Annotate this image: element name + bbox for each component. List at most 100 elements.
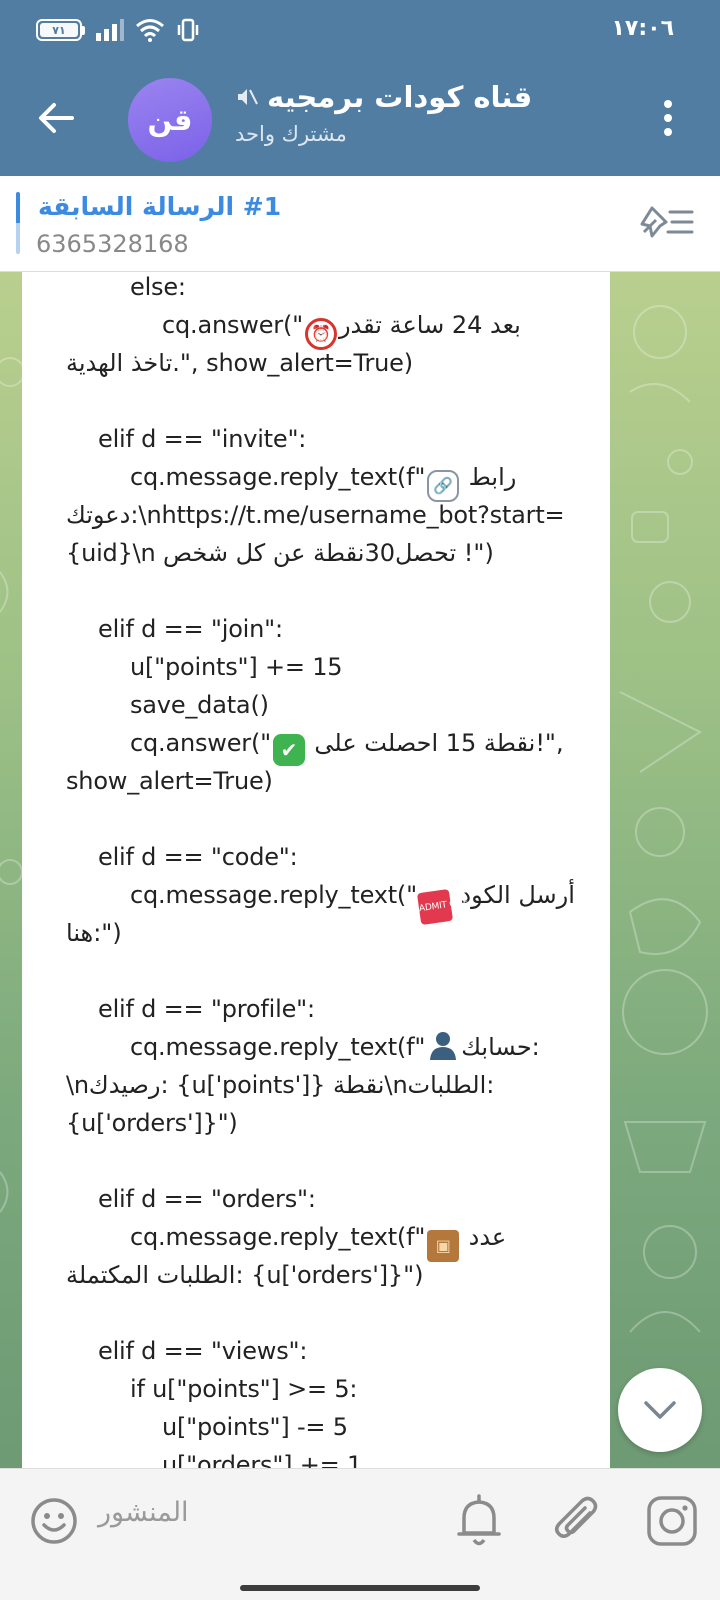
code-text: else: cq.answer(" ⏰ بعد 24 ساعة تقدر تاخذ ال… — [66, 272, 596, 1468]
code-line: cq.message.reply_text("ADMIT ONE أرسل ال… — [66, 876, 596, 926]
code-text-segment: cq.message.reply_text(f" — [130, 1033, 426, 1061]
back-button[interactable] — [30, 92, 82, 144]
code-text-segment: {u['orders']}") — [66, 1109, 238, 1137]
code-line: cq.message.reply_text(f" ▣ عدد — [66, 1218, 596, 1262]
app-header: ٧١ ١٧:٠٦ قن قناه كودات برمجيه مشترك واحد — [0, 0, 720, 176]
code-text-segment: if u["points"] >= 5: — [130, 1375, 358, 1403]
back-arrow-icon — [39, 103, 74, 133]
pinned-list-icon — [640, 206, 694, 238]
code-line: u["points"] -= 5 — [66, 1408, 596, 1446]
pinned-list-button[interactable] — [640, 202, 694, 242]
code-text-segment: elif d == "code": — [98, 843, 298, 871]
code-line: {u['orders']}") — [66, 1104, 596, 1142]
channel-title: قناه كودات برمجيه — [267, 80, 533, 114]
code-text-segment: {uid}\n تحصل30نقطة عن كل شخص !") — [66, 539, 494, 567]
notification-button[interactable] — [454, 1493, 504, 1549]
code-line: {uid}\n تحصل30نقطة عن كل شخص !") — [66, 534, 596, 572]
code-text-segment: elif d == "invite": — [98, 425, 307, 453]
code-text-segment: elif d == "orders": — [98, 1185, 316, 1213]
code-line: elif d == "profile": — [66, 990, 596, 1028]
instagram-button[interactable] — [644, 1493, 700, 1549]
instagram-icon — [647, 1496, 697, 1546]
code-line: u["orders"] += 1 — [66, 1446, 596, 1468]
code-line: show_alert=True) — [66, 762, 596, 800]
channel-avatar[interactable]: قن — [128, 78, 212, 162]
wifi-icon — [136, 19, 164, 42]
code-line: هنا:") — [66, 914, 596, 952]
pinned-message-bar[interactable]: #1 الرسالة السابقة 6365328168 — [0, 176, 720, 272]
code-line: cq.message.reply_text(f" 🔗 رابط — [66, 458, 596, 502]
code-line: cq.message.reply_text(f" حسابك: — [66, 1028, 596, 1066]
more-options-button[interactable] — [646, 96, 690, 140]
code-line: \nرصيدك: {u['points']} نقطة\nالطلبات: — [66, 1066, 596, 1104]
code-text-segment: رابط — [461, 463, 517, 491]
code-text-segment: u["orders"] += 1 — [162, 1451, 363, 1468]
input-bar: المنشور — [0, 1468, 720, 1600]
code-text-segment: elif d == "profile": — [98, 995, 315, 1023]
code-text-segment: show_alert=True) — [66, 767, 273, 795]
code-line: elif d == "orders": — [66, 1180, 596, 1218]
person-silhouette-icon — [427, 1029, 459, 1061]
code-line: الطلبات المكتملة: {u['orders']}") — [66, 1256, 596, 1294]
code-text-segment: u["points"] += 15 — [130, 653, 343, 681]
ticket-icon: ADMIT ONE — [416, 888, 469, 926]
paperclip-icon — [555, 1496, 598, 1538]
code-text-segment: حسابك: — [461, 1033, 540, 1061]
code-line: save_data() — [66, 686, 596, 724]
code-line: elif d == "invite": — [66, 420, 596, 458]
message-bubble[interactable]: else: cq.answer(" ⏰ بعد 24 ساعة تقدر تاخذ ال… — [22, 272, 610, 1468]
code-text-segment: هنا:") — [66, 919, 122, 947]
code-line: else: — [66, 272, 596, 306]
subscriber-count: مشترك واحد — [235, 122, 347, 146]
code-text-segment: الطلبات المكتملة: {u['orders']}") — [66, 1261, 424, 1289]
home-indicator — [240, 1585, 480, 1591]
code-text-segment: elif d == "views": — [98, 1337, 308, 1365]
code-text-segment: cq.answer(" — [130, 729, 271, 757]
code-text-segment: elif d == "join": — [98, 615, 283, 643]
channel-info[interactable]: قناه كودات برمجيه مشترك واحد — [235, 80, 635, 146]
battery-icon: ٧١ — [36, 19, 85, 41]
code-text-segment: \nرصيدك: {u['points']} نقطة\nالطلبات: — [66, 1071, 495, 1099]
code-line: تاخذ الهدية.", show_alert=True) — [66, 344, 596, 382]
scroll-down-button[interactable] — [618, 1368, 702, 1452]
emoji-icon — [31, 1498, 77, 1544]
code-text-segment: cq.message.reply_text(f" — [130, 1223, 426, 1251]
code-text-segment: أرسل الكود — [452, 881, 575, 909]
signal-icon — [96, 19, 124, 41]
emoji-button[interactable] — [28, 1495, 80, 1547]
code-text-segment: نقطة 15 احصلت على!", — [306, 729, 564, 757]
code-line: elif d == "join": — [66, 610, 596, 648]
code-line: elif d == "views": — [66, 1332, 596, 1370]
more-vertical-icon — [664, 100, 672, 108]
post-input[interactable]: المنشور — [98, 1497, 189, 1528]
code-line: cq.answer(" ✔ نقطة 15 احصلت على!", — [66, 724, 596, 766]
battery-level: ٧١ — [40, 23, 78, 37]
status-time: ١٧:٠٦ — [611, 16, 674, 41]
chat-area[interactable]: else: cq.answer(" ⏰ بعد 24 ساعة تقدر تاخذ ال… — [0, 272, 720, 1468]
code-line: if u["points"] >= 5: — [66, 1370, 596, 1408]
package-icon: ▣ — [427, 1230, 460, 1262]
attach-button[interactable] — [550, 1493, 604, 1549]
code-line: cq.answer(" ⏰ بعد 24 ساعة تقدر — [66, 306, 596, 350]
pinned-title: #1 الرسالة السابقة — [38, 192, 282, 221]
pinned-preview: 6365328168 — [36, 230, 189, 258]
bell-icon — [457, 1494, 501, 1546]
chevron-down-icon — [644, 1401, 676, 1419]
code-text-segment: cq.answer(" — [162, 311, 303, 339]
code-line: دعوتك:\nhttps://t.me/username_bot?start= — [66, 496, 596, 534]
code-text-segment: u["points"] -= 5 — [162, 1413, 348, 1441]
code-text-segment: cq.message.reply_text(f" — [130, 463, 426, 491]
status-bar-icons: ٧١ — [36, 18, 201, 42]
check-mark-icon: ✔ — [272, 734, 305, 766]
code-text-segment: عدد — [461, 1223, 507, 1251]
pinned-indicator — [16, 192, 20, 254]
vibrate-icon — [177, 18, 199, 42]
code-line: u["points"] += 15 — [66, 648, 596, 686]
code-text-segment: else: — [130, 273, 186, 301]
